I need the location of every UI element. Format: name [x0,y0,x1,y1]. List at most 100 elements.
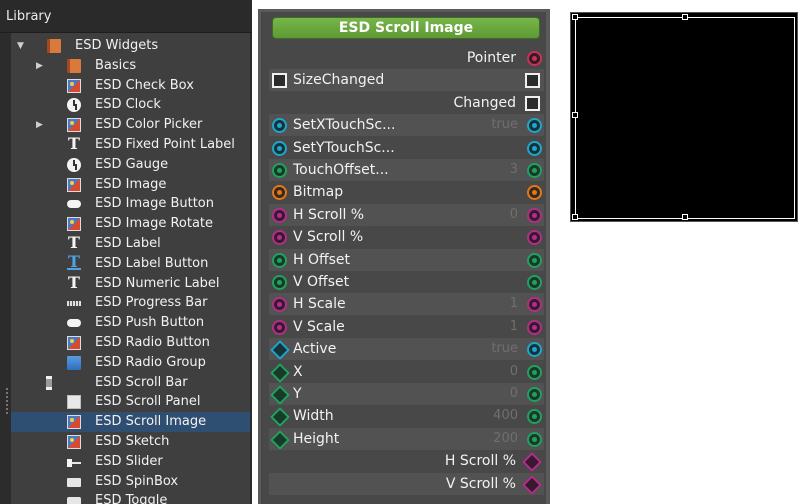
input-diamond-icon[interactable] [270,340,290,361]
collapse-arrow-icon[interactable]: ▶ [36,56,43,76]
node-port-row[interactable]: H Offset [269,248,544,271]
input-event-icon[interactable] [272,73,287,89]
input-pin-icon[interactable] [272,252,287,268]
node-port-row[interactable]: Height 200 [269,427,544,450]
library-item[interactable]: ▶ ESD Color Picker [11,115,250,135]
library-item[interactable]: ESD SpinBox [11,472,250,492]
library-item-label: ESD Fixed Point Label [95,137,235,152]
input-pin-icon[interactable] [272,297,287,313]
node-port-row[interactable]: H Scale 1 [269,293,544,316]
library-item[interactable]: ESD Toggle [11,491,250,504]
node-port-row[interactable]: SetXTouchSc... true [269,114,544,137]
splitter-grip[interactable] [6,388,8,414]
library-item[interactable]: ESD Image Button [11,194,250,214]
toggle-icon [67,497,81,504]
library-item[interactable]: T ESD Fixed Point Label [11,135,250,155]
input-pin-icon[interactable] [272,275,287,290]
resize-handle-top[interactable] [682,14,688,20]
output-event-icon[interactable] [525,73,540,89]
node-port-row[interactable]: H Scroll % 0 [269,203,544,226]
input-pin-icon[interactable] [272,118,287,134]
library-item[interactable]: ESD Scroll Image [11,412,250,433]
input-diamond-icon[interactable] [270,385,290,405]
output-pin-icon[interactable] [527,118,542,134]
library-item[interactable]: ESD Image [11,175,250,195]
output-pin-icon[interactable] [527,409,542,425]
input-diamond-icon[interactable] [270,362,290,383]
port-label: Y [293,386,302,402]
node-panel[interactable]: ESD Scroll Image Pointer SizeChanged Chang… [258,9,550,504]
output-pin-icon[interactable] [527,185,542,201]
collapse-arrow-icon[interactable]: ▶ [36,115,43,135]
node-port-row[interactable]: Width 400 [269,405,544,428]
node-port-row[interactable]: V Offset [269,271,544,293]
library-tree[interactable]: ▼ ESD Widgets ▶ Basics ESD Check Box ESD Cloc… [11,33,250,504]
output-pin-icon[interactable] [527,230,542,246]
input-diamond-icon[interactable] [270,429,290,450]
output-pin-icon[interactable] [527,342,542,358]
resize-handle-top-left[interactable] [572,14,578,20]
node-port-row[interactable]: V Scroll % [269,472,544,495]
node-port-row[interactable]: Pointer [269,47,544,69]
node-title[interactable]: ESD Scroll Image [273,18,539,38]
library-item[interactable]: T ESD Label Button [11,253,250,274]
input-pin-icon[interactable] [272,140,287,156]
output-pin-icon[interactable] [527,163,542,178]
output-diamond-icon[interactable] [522,474,542,495]
node-port-row[interactable]: H Scroll % [269,450,544,473]
node-port-row[interactable]: X0 [269,361,544,383]
widget-preview[interactable] [570,12,798,222]
output-pin-icon[interactable] [527,297,542,313]
node-port-row[interactable]: V Scroll % [269,226,544,248]
node-port-row[interactable]: Y0 [269,383,544,405]
image-icon [67,78,81,93]
output-pin-icon[interactable] [527,319,542,335]
library-item[interactable]: ▶ Basics [11,56,250,76]
port-label: V Offset [293,274,350,290]
library-item[interactable]: ESD Radio Group [11,353,250,373]
expand-arrow-icon[interactable]: ▼ [17,36,24,56]
book-icon [67,58,81,73]
resize-handle-left[interactable] [572,112,578,118]
output-pin-icon[interactable] [527,252,542,268]
library-item[interactable]: ESD Image Rotate [11,214,250,234]
library-item[interactable]: ▼ ESD Widgets [11,36,250,56]
output-pin-icon[interactable] [527,431,542,447]
input-pin-icon[interactable] [272,319,287,335]
node-port-row[interactable]: Bitmap [269,181,544,203]
input-pin-icon[interactable] [272,230,287,246]
library-item[interactable]: ESD Progress Bar [11,293,250,313]
output-pin-icon[interactable] [527,51,542,66]
node-port-row[interactable]: SizeChanged [269,69,544,92]
library-item[interactable]: ESD Sketch [11,432,250,452]
output-pin-icon[interactable] [527,364,542,380]
input-pin-icon[interactable] [272,207,287,223]
library-item[interactable]: ESD Scroll Panel [11,392,250,412]
node-port-row[interactable]: TouchOffset... 3 [269,159,544,181]
library-item[interactable]: T ESD Numeric Label [11,274,250,294]
node-port-row[interactable]: V Scale 1 [269,316,544,338]
output-pin-icon[interactable] [527,207,542,223]
library-item[interactable]: T ESD Label [11,234,250,254]
library-item[interactable]: ESD Radio Button [11,333,250,353]
output-diamond-icon[interactable] [522,452,542,473]
input-pin-icon[interactable] [272,163,287,178]
output-pin-icon[interactable] [527,140,542,156]
library-item[interactable]: ESD Check Box [11,76,250,96]
resize-handle-bottom-left[interactable] [572,214,578,220]
input-diamond-icon[interactable] [270,407,290,428]
node-port-row[interactable]: Changed [269,92,544,114]
library-item[interactable]: ESD Push Button [11,313,250,333]
port-label: H Scroll % [444,453,516,470]
output-pin-icon[interactable] [527,387,542,402]
library-item[interactable]: ESD Clock [11,95,250,115]
resize-handle-bottom[interactable] [682,214,688,220]
node-port-row[interactable]: Active true [269,338,544,361]
output-pin-icon[interactable] [527,275,542,290]
library-item[interactable]: ESD Gauge [11,155,250,175]
library-item[interactable]: ESD Scroll Bar [11,373,250,393]
node-port-row[interactable]: SetYTouchSc... [269,137,544,159]
library-item[interactable]: ESD Slider [11,452,250,472]
output-event-icon[interactable] [525,95,540,111]
input-pin-icon[interactable] [272,185,287,201]
